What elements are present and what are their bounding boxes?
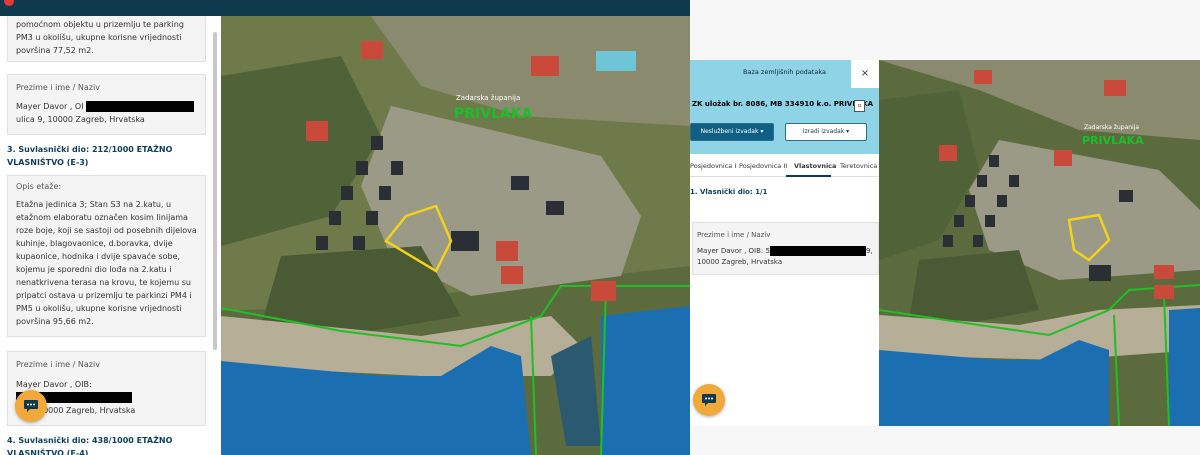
tab-posjedovnica-1[interactable]: Posjedovnica I <box>690 162 736 170</box>
owner-name: Mayer Davor , OIB: <box>16 380 92 389</box>
land-registry-panel[interactable]: Baza zemljišnih podataka × ZK uložak br.… <box>690 60 879 426</box>
truncated-description: pomoćnom objektu u prizemlju te parking … <box>16 20 184 55</box>
tab-teretovnica[interactable]: Teretovnica <box>840 162 877 170</box>
owner-name: Mayer Davor , OIB: 5 <box>697 247 770 255</box>
owner-card: Prezime i ime / Naziv Mayer Davor , OIB:… <box>692 222 879 275</box>
owner-label: Prezime i ime / Naziv <box>16 360 100 369</box>
left-browser-window: pomoćnom objektu u prizemlju te parking … <box>0 0 690 455</box>
ownership-section-heading: 1. Vlasnički dio: 1/1 <box>690 188 768 196</box>
map-region-label: Zadarska županija <box>1084 124 1140 131</box>
satellite-map[interactable] <box>221 16 690 455</box>
right-browser-window: Baza zemljišnih podataka × ZK uložak br.… <box>690 0 1200 455</box>
owner-address: ulica 9, 10000 Zagreb, Hrvatska <box>16 115 145 124</box>
section-heading: 3. Suvlasnički dio: 212/1000 ETAŽNO VLAS… <box>7 145 173 167</box>
detail-panel[interactable]: pomoćnom objektu u prizemlju te parking … <box>0 16 221 455</box>
floor-description-card: Opis etaže: Etažna jedinica 3; Stan S3 n… <box>7 175 206 337</box>
redaction-bar <box>86 101 195 112</box>
unofficial-extract-button[interactable]: Neslužbeni izvadak ▾ <box>690 123 774 141</box>
top-bar <box>0 0 690 16</box>
tab-posjedovnica-2[interactable]: Posjedovnica II <box>739 162 787 170</box>
active-tab-indicator <box>786 175 831 177</box>
map-place-label: PRIVLAKA <box>454 106 533 122</box>
tab-vlastovnica[interactable]: Vlastovnica <box>794 162 836 170</box>
chat-button[interactable] <box>15 390 47 422</box>
owner-label: Prezime i ime / Naziv <box>16 83 100 92</box>
map-view[interactable]: Zadarska županija PRIVLAKA <box>879 60 1200 426</box>
document-icon[interactable]: ▫ <box>854 100 865 112</box>
section-heading: 4. Suvlasnički dio: 438/1000 ETAŽNO VLAS… <box>7 436 173 455</box>
opis-label: Opis etaže: <box>16 182 62 191</box>
zk-line: ZK uložak br. 8086, MB 334910 k.o. PRIVL… <box>692 100 874 108</box>
satellite-map[interactable] <box>879 60 1200 426</box>
map-region-label: Zadarska županija <box>456 94 521 102</box>
owner-label: Prezime i ime / Naziv <box>697 231 771 239</box>
app-logo-icon <box>4 0 14 6</box>
owner-name: Mayer Davor , OI <box>16 102 84 111</box>
info-card: pomoćnom objektu u prizemlju te parking … <box>7 16 206 62</box>
owner-address: 10000 Zagreb, Hrvatska <box>697 258 783 266</box>
tab-bar: Posjedovnica I Posjedovnica II Vlastovni… <box>690 154 879 177</box>
chat-bubble-icon <box>24 400 38 412</box>
redaction-bar <box>769 246 866 256</box>
map-place-label: PRIVLAKA <box>1082 134 1144 147</box>
map-view[interactable]: Zadarska županija PRIVLAKA <box>221 16 690 455</box>
close-icon[interactable]: × <box>851 60 879 88</box>
opis-text: Etažna jedinica 3; Stan S3 na 2.katu, u … <box>16 200 197 326</box>
chat-button[interactable] <box>693 384 725 416</box>
scrollbar[interactable] <box>213 32 217 350</box>
chat-bubble-icon <box>702 394 716 406</box>
owner-card: Prezime i ime / Naziv Mayer Davor , OI u… <box>7 74 206 135</box>
owner-name-tail: 9, <box>865 247 873 255</box>
make-extract-button[interactable]: Izradi izvadak ▾ <box>785 123 867 141</box>
panel-header: Baza zemljišnih podataka × ZK uložak br.… <box>690 60 879 154</box>
